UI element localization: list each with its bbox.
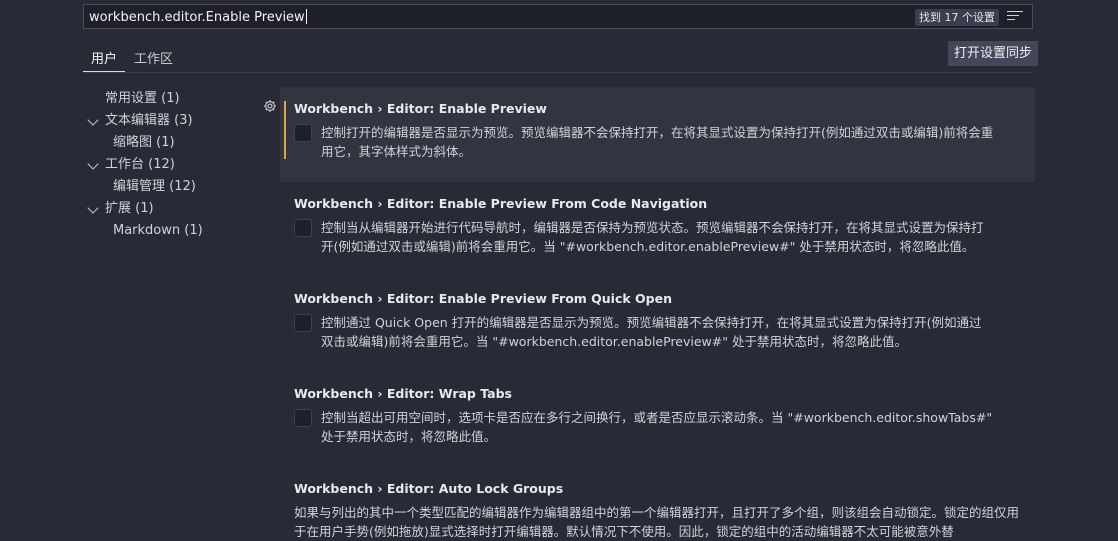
toc-item-label: 文本编辑器 (3) — [105, 113, 193, 128]
search-result-count: 找到 17 个设置 — [915, 9, 999, 26]
toc-item-label: 编辑管理 (12) — [113, 179, 196, 194]
search-input[interactable]: workbench.editor.Enable Preview — [89, 9, 307, 25]
setting-description: 控制当从编辑器开始进行代码导航时，编辑器是否保持为预览状态。预览编辑器不会保持打… — [321, 220, 984, 254]
toc-item-minimap[interactable]: 缩略图 (1) — [83, 132, 253, 154]
toc-item-label: 常用设置 (1) — [105, 91, 180, 106]
setting-item-enable-preview-from-code-navigation: Workbench › Editor: Enable Preview From … — [280, 182, 1035, 277]
toc-item-markdown[interactable]: Markdown (1) — [83, 220, 253, 242]
setting-item-auto-lock-groups: Workbench › Editor: Auto Lock Groups 如果与… — [280, 467, 1035, 539]
setting-description: 控制当超出可用空间时，选项卡是否应在多行之间换行，或者是否应显示滚动条。当 "#… — [321, 410, 993, 444]
setting-checkbox[interactable] — [294, 124, 312, 142]
setting-checkbox[interactable] — [294, 219, 312, 237]
setting-title: Workbench › Editor: Enable Preview From … — [294, 196, 708, 211]
setting-item-enable-preview-from-quick-open: Workbench › Editor: Enable Preview From … — [280, 277, 1035, 372]
tab-user[interactable]: 用户 — [91, 48, 117, 67]
setting-description: 如果与列出的其中一个类型匹配的编辑器作为编辑器组中的第一个编辑器打开，且打开了多… — [294, 505, 1020, 539]
setting-title: Workbench › Editor: Enable Preview From … — [294, 291, 672, 306]
focus-indicator — [284, 101, 286, 159]
toc-item-commonly-used[interactable]: 常用设置 (1) — [83, 88, 253, 110]
toc-item-label: 工作台 (12) — [105, 157, 175, 172]
toc-item-label: 扩展 (1) — [105, 201, 154, 216]
toc-item-label: 缩略图 (1) — [113, 135, 175, 150]
chevron-down-icon[interactable] — [87, 114, 99, 126]
settings-toc: 常用设置 (1) 文本编辑器 (3) 缩略图 (1) 工作台 (12) 编辑管理… — [83, 88, 253, 242]
filter-list-icon[interactable] — [1007, 11, 1023, 23]
toc-item-editor-management[interactable]: 编辑管理 (12) — [83, 176, 253, 198]
setting-item-enable-preview: Workbench › Editor: Enable Preview 控制打开的… — [280, 87, 1035, 182]
setting-item-wrap-tabs: Workbench › Editor: Wrap Tabs 控制当超出可用空间时… — [280, 372, 1035, 467]
toc-item-workbench[interactable]: 工作台 (12) — [83, 154, 253, 176]
setting-title: Workbench › Editor: Enable Preview — [294, 101, 547, 116]
setting-checkbox[interactable] — [294, 314, 312, 332]
chevron-down-icon[interactable] — [87, 202, 99, 214]
open-settings-sync-button[interactable]: 打开设置同步 — [948, 41, 1039, 66]
chevron-down-icon[interactable] — [87, 158, 99, 170]
toc-item-text-editor[interactable]: 文本编辑器 (3) — [83, 110, 253, 132]
setting-title: Workbench › Editor: Auto Lock Groups — [294, 481, 564, 496]
settings-list: Workbench › Editor: Enable Preview 控制打开的… — [280, 87, 1035, 539]
tab-workspace[interactable]: 工作区 — [134, 48, 173, 67]
setting-title: Workbench › Editor: Wrap Tabs — [294, 386, 512, 401]
setting-checkbox[interactable] — [294, 409, 312, 427]
setting-description: 控制通过 Quick Open 打开的编辑器是否显示为预览。预览编辑器不会保持打… — [321, 315, 982, 349]
setting-description: 控制打开的编辑器是否显示为预览。预览编辑器不会保持打开，在将其显式设置为保持打开… — [321, 125, 994, 159]
gear-icon[interactable] — [263, 99, 277, 113]
toc-item-extensions[interactable]: 扩展 (1) — [83, 198, 253, 220]
toc-item-label: Markdown (1) — [113, 223, 203, 238]
tabs-divider — [83, 72, 1033, 73]
settings-search-box[interactable]: workbench.editor.Enable Preview 找到 17 个设… — [83, 4, 1033, 29]
